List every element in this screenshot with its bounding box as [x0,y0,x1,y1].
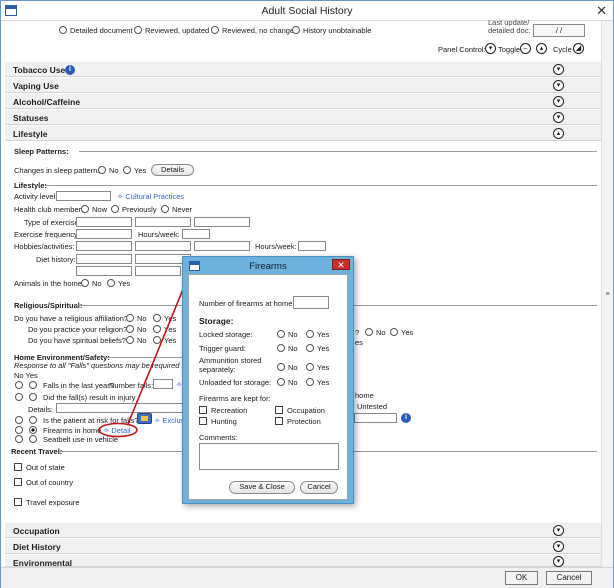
unloaded-storage-label: Unloaded for storage: [199,378,272,387]
firearms-title: Firearms [249,261,287,272]
recreation-checkbox[interactable]: Recreation [199,406,247,415]
num-firearms-input[interactable] [293,296,329,309]
firearms-dialog: Firearms ✕ Number of firearms at home: S… [182,256,354,504]
firearms-dialog-body: Number of firearms at home: Storage: Loc… [188,274,348,500]
close-icon[interactable]: ✕ [332,259,350,270]
locked-storage-yes-radio[interactable]: Yes [306,330,329,339]
comments-textarea[interactable] [199,443,339,470]
adult-social-history-window: Adult Social History ✕ Detailed document… [0,0,614,588]
locked-storage-no-radio[interactable]: No [277,330,298,339]
storage-header: Storage: [199,316,234,326]
unloaded-storage-no-radio[interactable]: No [277,378,298,387]
annotation-arrow-line [127,276,189,425]
unloaded-storage-yes-radio[interactable]: Yes [306,378,329,387]
ammo-separate-no-radio[interactable]: No [277,363,298,372]
locked-storage-label: Locked storage: [199,330,253,339]
save-close-button[interactable]: Save & Close [229,481,295,494]
modal-cancel-button[interactable]: Cancel [300,481,338,494]
occupation-checkbox[interactable]: Occupation [275,406,325,415]
trigger-guard-yes-radio[interactable]: Yes [306,344,329,353]
kept-for-label: Firearms are kept for: [199,394,271,403]
hunting-checkbox[interactable]: Hunting [199,417,237,426]
num-firearms-label: Number of firearms at home: [199,299,295,308]
trigger-guard-label: Trigger guard: [199,344,246,353]
trigger-guard-no-radio[interactable]: No [277,344,298,353]
ammo-separate-yes-radio[interactable]: Yes [306,363,329,372]
protection-checkbox[interactable]: Protection [275,417,321,426]
annotation-circle [98,422,138,438]
comments-label: Comments: [199,433,238,442]
ammo-separate-label: Ammunition stored separately: [199,356,262,374]
